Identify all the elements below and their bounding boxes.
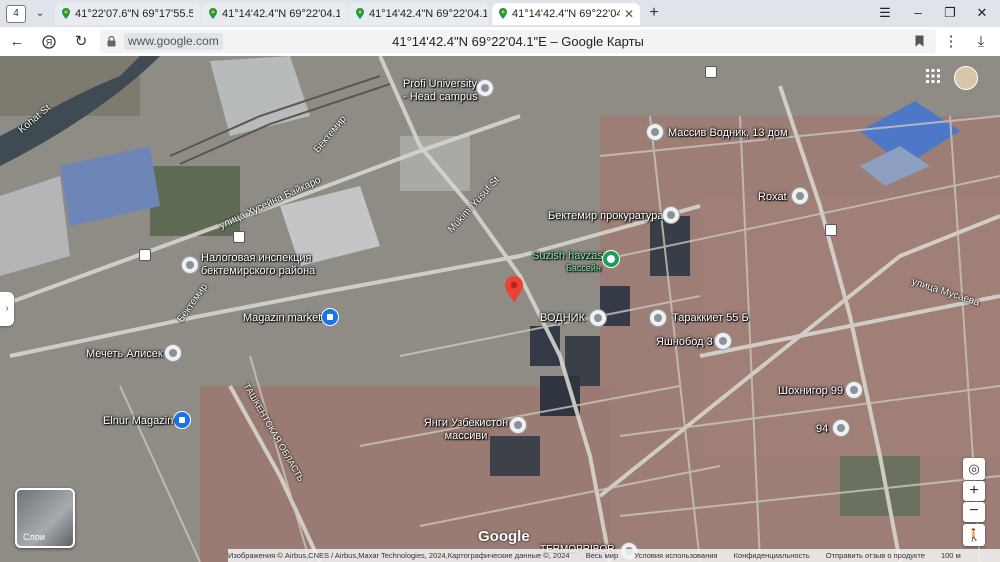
tab-title: 41°14'42.4"N 69°22'04.1"E — [512, 8, 620, 20]
layers-label: Слои — [23, 532, 45, 542]
place-pin-icon[interactable] — [791, 187, 809, 205]
my-location-icon[interactable]: ◎ — [963, 458, 985, 480]
region-link[interactable]: Весь мир — [586, 551, 618, 560]
place-label[interactable]: Тараккиет 55 Б — [672, 312, 749, 325]
tab-2[interactable]: 41°14'42.4"N 69°22'04.1"E — [202, 3, 348, 25]
imagery-attribution: Изображения © Airbus,CNES / Airbus,Maxar… — [228, 551, 570, 560]
privacy-link[interactable]: Конфиденциальность — [734, 551, 810, 560]
google-logo: Google — [478, 528, 530, 545]
new-tab-button[interactable]: + — [645, 4, 663, 22]
bus-stop-icon[interactable] — [139, 249, 151, 261]
svg-text:Я: Я — [46, 38, 53, 48]
place-label[interactable]: Налоговая инспекция бектемирского района — [201, 252, 321, 278]
bus-stop-icon[interactable] — [825, 224, 837, 236]
place-label[interactable]: Бектемир прокуратура — [548, 210, 663, 223]
layers-button[interactable]: Слои — [15, 488, 75, 548]
menu-icon[interactable]: ☰ — [873, 3, 897, 23]
university-icon[interactable] — [476, 79, 494, 97]
place-label[interactable]: Elnur Magazin — [103, 415, 173, 428]
place-label[interactable]: Янги Узбекистон массиви — [422, 417, 510, 443]
satellite-imagery — [0, 56, 1000, 562]
close-tab-icon[interactable]: ✕ — [624, 3, 634, 25]
place-label[interactable]: Profi University - Head campus — [403, 78, 478, 104]
expand-panel-chevron-icon[interactable]: › — [0, 292, 14, 326]
place-pin-icon[interactable] — [714, 332, 732, 350]
back-arrow-icon[interactable]: ← — [6, 31, 28, 53]
tab-count-button[interactable]: 4 — [6, 5, 26, 23]
address-bar: ← Я ↻ www.google.com 41°14'42.4"N 69°22'… — [0, 27, 1000, 57]
place-label[interactable]: Яшнобод 3 — [656, 336, 713, 349]
shop-pin-icon[interactable] — [173, 411, 191, 429]
download-icon[interactable]: ⤓ — [970, 31, 992, 53]
tab-list-chevron-icon[interactable]: ⌄ — [30, 4, 50, 22]
tab-title: 41°14'42.4"N 69°22'04.1"E — [369, 8, 487, 20]
place-pin-icon[interactable] — [649, 309, 667, 327]
place-pin-icon[interactable] — [646, 123, 664, 141]
zoom-in-button[interactable]: + — [963, 481, 985, 501]
place-label[interactable]: ВОДНИК — [540, 312, 585, 325]
close-window-icon[interactable]: ✕ — [970, 3, 994, 23]
place-label[interactable]: 94 — [816, 423, 828, 436]
place-pin-icon[interactable] — [509, 416, 527, 434]
maps-pin-icon — [499, 8, 507, 19]
place-pin-icon[interactable] — [845, 381, 863, 399]
place-pin-icon[interactable] — [832, 419, 850, 437]
tab-title: 41°22'07.6"N 69°17'55.5"E — [75, 8, 193, 20]
bus-stop-icon[interactable] — [233, 231, 245, 243]
street-view-pegman-icon[interactable]: 🚶 — [963, 524, 985, 546]
restore-icon[interactable]: ❐ — [938, 3, 962, 23]
more-options-icon[interactable]: ⋮ — [940, 31, 962, 53]
tab-3[interactable]: 41°14'42.4"N 69°22'04.1"E — [349, 3, 489, 25]
place-label[interactable]: Мечеть Алисек — [86, 348, 163, 361]
bookmark-icon[interactable] — [915, 35, 924, 47]
place-label[interactable]: Roxat — [758, 191, 787, 204]
tab-4-active[interactable]: 41°14'42.4"N 69°22'04.1"E ✕ — [492, 3, 640, 25]
shop-pin-icon[interactable] — [321, 308, 339, 326]
google-apps-icon[interactable] — [926, 69, 940, 83]
place-label[interactable]: Magazin market — [243, 312, 321, 325]
tab-strip: 4 ⌄ 41°22'07.6"N 69°17'55.5"E 41°14'42.4… — [0, 0, 1000, 27]
place-category-label: Бассейн — [566, 263, 601, 273]
pool-pin-icon[interactable] — [602, 250, 620, 268]
zoom-out-button[interactable]: − — [963, 502, 985, 522]
minimize-icon[interactable]: – — [906, 3, 930, 23]
url-field[interactable]: www.google.com 41°14'42.4"N 69°22'04.1"E… — [100, 30, 936, 53]
place-pin-icon[interactable] — [589, 309, 607, 327]
account-avatar[interactable] — [954, 66, 978, 90]
place-label[interactable]: Шохнигор 99 — [778, 385, 843, 398]
mosque-pin-icon[interactable] — [164, 344, 182, 362]
scale-label[interactable]: 100 м — [941, 551, 961, 560]
feedback-link[interactable]: Отправить отзыв о продукте — [826, 551, 925, 560]
selected-location-pin-icon[interactable] — [505, 276, 523, 302]
bus-stop-icon[interactable] — [705, 66, 717, 78]
satellite-map[interactable]: Kohat St Бектемир улица Хусейна Байкаро … — [0, 56, 1000, 562]
yandex-icon[interactable]: Я — [38, 31, 60, 53]
maps-pin-icon — [62, 8, 70, 19]
page-title: 41°14'42.4"N 69°22'04.1"E – Google Карты — [392, 34, 644, 49]
tab-1[interactable]: 41°22'07.6"N 69°17'55.5"E — [55, 3, 201, 25]
place-label[interactable]: Массив Водник, 13 дом — [668, 127, 788, 140]
maps-pin-icon — [356, 8, 364, 19]
terms-link[interactable]: Условия использования — [634, 551, 717, 560]
maps-pin-icon — [209, 8, 217, 19]
map-footer: Изображения © Airbus,CNES / Airbus,Maxar… — [228, 549, 1000, 562]
reload-icon[interactable]: ↻ — [70, 31, 92, 53]
government-pin-icon[interactable] — [181, 256, 199, 274]
tab-title: 41°14'42.4"N 69°22'04.1"E — [222, 8, 340, 20]
government-pin-icon[interactable] — [662, 206, 680, 224]
